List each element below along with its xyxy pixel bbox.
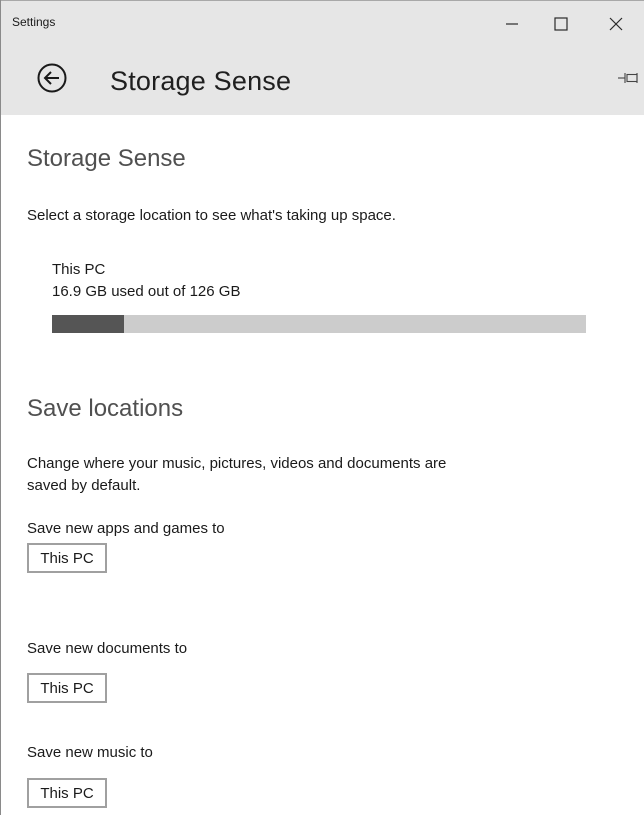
save-locations-description-line1: Change where your music, pictures, video… bbox=[27, 455, 447, 472]
settings-window: Settings Storage Sense Storage Sense Sel… bbox=[0, 0, 644, 815]
apps-games-label: Save new apps and games to bbox=[27, 520, 225, 537]
close-button[interactable] bbox=[593, 1, 639, 47]
minimize-icon bbox=[506, 23, 518, 25]
page-title: Storage Sense bbox=[110, 66, 292, 96]
drive-usage-text: 16.9 GB used out of 126 GB bbox=[52, 283, 241, 300]
back-button[interactable] bbox=[36, 62, 68, 94]
storage-used-fill bbox=[52, 315, 124, 333]
maximize-button[interactable] bbox=[538, 1, 584, 47]
documents-location-dropdown[interactable]: This PC bbox=[27, 673, 107, 703]
save-locations-heading: Save locations bbox=[27, 395, 184, 422]
apps-games-location-dropdown[interactable]: This PC bbox=[27, 543, 107, 573]
documents-label: Save new documents to bbox=[27, 640, 188, 657]
pin-button[interactable] bbox=[618, 71, 640, 85]
music-label: Save new music to bbox=[27, 744, 153, 761]
page-header: Storage Sense bbox=[1, 48, 644, 115]
title-bar: Settings bbox=[1, 0, 644, 48]
storage-sense-heading: Storage Sense bbox=[27, 145, 186, 172]
back-arrow-icon bbox=[37, 63, 67, 93]
maximize-icon bbox=[554, 17, 568, 31]
music-location-dropdown[interactable]: This PC bbox=[27, 778, 107, 808]
minimize-button[interactable] bbox=[489, 1, 535, 47]
pin-icon bbox=[618, 73, 638, 83]
save-locations-description-line2: saved by default. bbox=[27, 477, 141, 494]
storage-description: Select a storage location to see what's … bbox=[27, 207, 396, 224]
window-title: Settings bbox=[12, 15, 56, 29]
drive-name: This PC bbox=[52, 261, 106, 278]
storage-usage-bar bbox=[52, 315, 586, 333]
close-icon bbox=[609, 17, 623, 31]
